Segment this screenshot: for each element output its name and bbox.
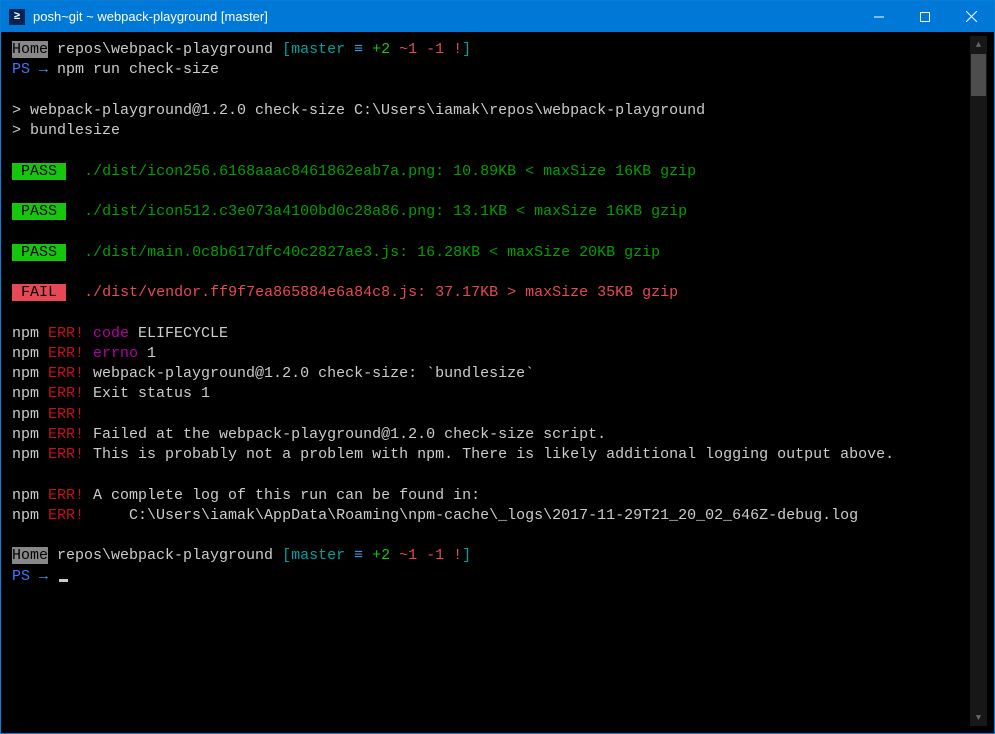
scroll-thumb[interactable]: [971, 54, 986, 96]
scroll-up-icon[interactable]: ▲: [970, 36, 987, 53]
pass-badge: PASS: [12, 163, 66, 180]
npm-err-line: npm ERR! code ELIFECYCLE: [12, 324, 975, 344]
npm-err-line: npm ERR! A complete log of this run can …: [12, 486, 975, 506]
scrollbar[interactable]: ▲ ▼: [970, 36, 987, 726]
command-input-line[interactable]: PS →: [12, 567, 975, 587]
window-controls: [856, 1, 994, 32]
scroll-down-icon[interactable]: ▼: [970, 709, 987, 726]
npm-err-line: npm ERR! Exit status 1: [12, 384, 975, 404]
terminal-window: ≥ posh~git ~ webpack-playground [master]…: [0, 0, 995, 734]
maximize-button[interactable]: [902, 1, 948, 32]
window-title: posh~git ~ webpack-playground [master]: [33, 9, 856, 24]
check-result: PASS ./dist/icon256.6168aaac8461862eab7a…: [12, 162, 975, 182]
npm-err-line: npm ERR! C:\Users\iamak\AppData\Roaming\…: [12, 506, 975, 526]
command-line: PS → npm run check-size: [12, 60, 975, 80]
minimize-button[interactable]: [856, 1, 902, 32]
script-header: > webpack-playground@1.2.0 check-size C:…: [12, 101, 975, 121]
prompt-line: Home repos\webpack-playground [master ≡ …: [12, 546, 975, 566]
check-result: FAIL ./dist/vendor.ff9f7ea865884e6a84c8.…: [12, 283, 975, 303]
npm-err-line: npm ERR! webpack-playground@1.2.0 check-…: [12, 364, 975, 384]
npm-err-line: npm ERR!: [12, 405, 975, 425]
close-button[interactable]: [948, 1, 994, 32]
terminal-body[interactable]: Home repos\webpack-playground [master ≡ …: [1, 32, 994, 733]
home-badge: Home: [12, 547, 48, 564]
check-result: PASS ./dist/main.0c8b617dfc40c2827ae3.js…: [12, 243, 975, 263]
pass-badge: PASS: [12, 203, 66, 220]
check-result: PASS ./dist/icon512.c3e073a4100bd0c28a86…: [12, 202, 975, 222]
titlebar[interactable]: ≥ posh~git ~ webpack-playground [master]: [1, 1, 994, 32]
npm-err-line: npm ERR! Failed at the webpack-playgroun…: [12, 425, 975, 445]
cursor-icon: [59, 579, 68, 582]
script-header: > bundlesize: [12, 121, 975, 141]
pass-badge: PASS: [12, 244, 66, 261]
powershell-icon: ≥: [9, 9, 25, 25]
home-badge: Home: [12, 41, 48, 58]
prompt-line: Home repos\webpack-playground [master ≡ …: [12, 40, 975, 60]
terminal-output: Home repos\webpack-playground [master ≡ …: [12, 40, 987, 722]
npm-err-line: npm ERR! This is probably not a problem …: [12, 445, 975, 465]
fail-badge: FAIL: [12, 284, 66, 301]
npm-err-line: npm ERR! errno 1: [12, 344, 975, 364]
